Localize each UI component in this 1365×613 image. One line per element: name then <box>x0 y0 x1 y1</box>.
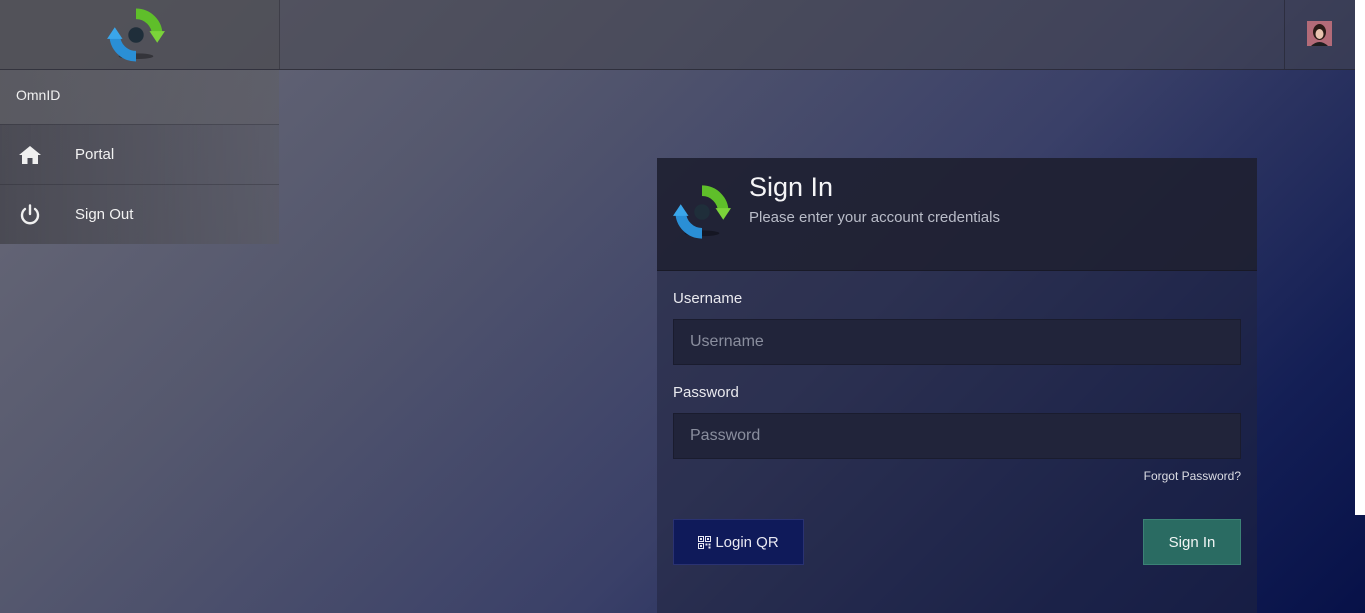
login-qr-button[interactable]: Login QR <box>673 519 804 565</box>
username-label: Username <box>673 290 743 307</box>
user-menu[interactable] <box>1284 0 1355 69</box>
scrollbar[interactable] <box>1355 0 1365 515</box>
username-field[interactable] <box>673 319 1241 365</box>
qr-code-icon <box>698 535 712 549</box>
page-subtitle: Please enter your account credentials <box>749 209 1000 226</box>
refresh-logo-icon <box>107 8 165 62</box>
sidebar-item-portal[interactable]: Portal <box>0 124 279 184</box>
power-icon <box>18 203 78 227</box>
password-field[interactable] <box>673 413 1241 459</box>
page-title: Sign In <box>749 172 834 202</box>
forgot-password-link[interactable]: Forgot Password? <box>1144 469 1241 483</box>
sign-in-card: Sign In Please enter your account creden… <box>657 158 1257 613</box>
sidebar: OmnID Portal Sign Out <box>0 70 279 244</box>
refresh-logo-icon <box>673 185 731 239</box>
sign-in-label: Sign In <box>1168 533 1216 551</box>
avatar[interactable] <box>1307 21 1332 46</box>
sidebar-item-label: Portal <box>75 146 115 163</box>
sign-in-header: Sign In Please enter your account creden… <box>657 158 1257 271</box>
top-bar <box>0 0 1355 70</box>
password-label: Password <box>673 384 739 401</box>
login-qr-label: Login QR <box>715 533 779 551</box>
home-icon <box>18 143 78 167</box>
brand-area <box>0 0 280 69</box>
sign-in-button[interactable]: Sign In <box>1143 519 1241 565</box>
sidebar-item-sign-out[interactable]: Sign Out <box>0 184 279 244</box>
sidebar-item-label: Sign Out <box>75 206 134 223</box>
app-name: OmnID <box>0 70 279 124</box>
